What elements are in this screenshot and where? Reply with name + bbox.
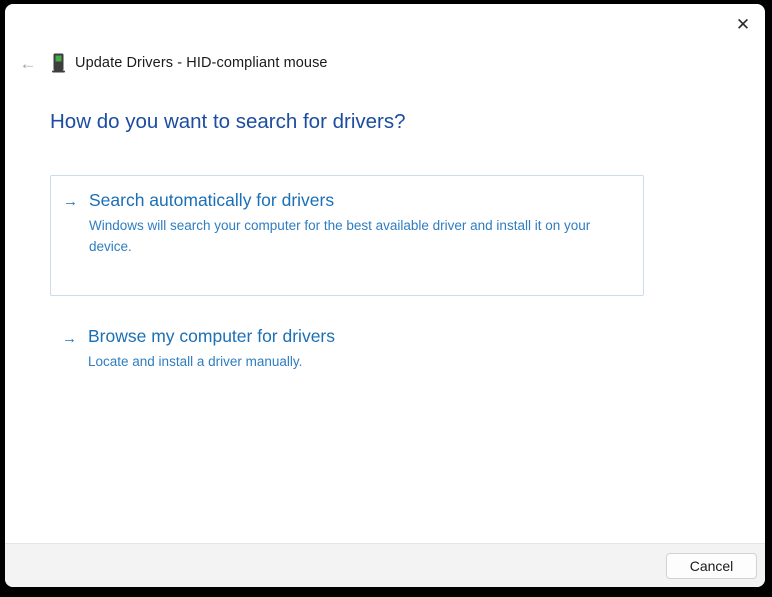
dialog-header: ← Update Drivers - HID-compliant mouse: [5, 48, 765, 78]
update-drivers-dialog: ✕ ← Update Drivers - HID-compliant mouse…: [5, 4, 765, 587]
option-search-automatically[interactable]: → Search automatically for drivers Windo…: [50, 175, 644, 296]
device-icon: [52, 53, 65, 73]
arrow-right-icon: →: [62, 330, 77, 347]
dialog-footer: Cancel: [5, 543, 765, 587]
dialog-title: Update Drivers - HID-compliant mouse: [75, 55, 328, 71]
back-arrow-icon[interactable]: ←: [5, 55, 51, 72]
option-title[interactable]: Search automatically for drivers: [89, 190, 627, 211]
option-browse-computer[interactable]: → Browse my computer for drivers Locate …: [50, 326, 644, 373]
page-title: How do you want to search for drivers?: [50, 110, 406, 133]
option-title[interactable]: Browse my computer for drivers: [88, 326, 628, 347]
close-icon[interactable]: ✕: [727, 10, 759, 40]
cancel-button[interactable]: Cancel: [666, 552, 757, 579]
option-description: Windows will search your computer for th…: [89, 218, 591, 254]
arrow-right-icon: →: [63, 193, 78, 210]
option-description: Locate and install a driver manually.: [88, 354, 303, 369]
